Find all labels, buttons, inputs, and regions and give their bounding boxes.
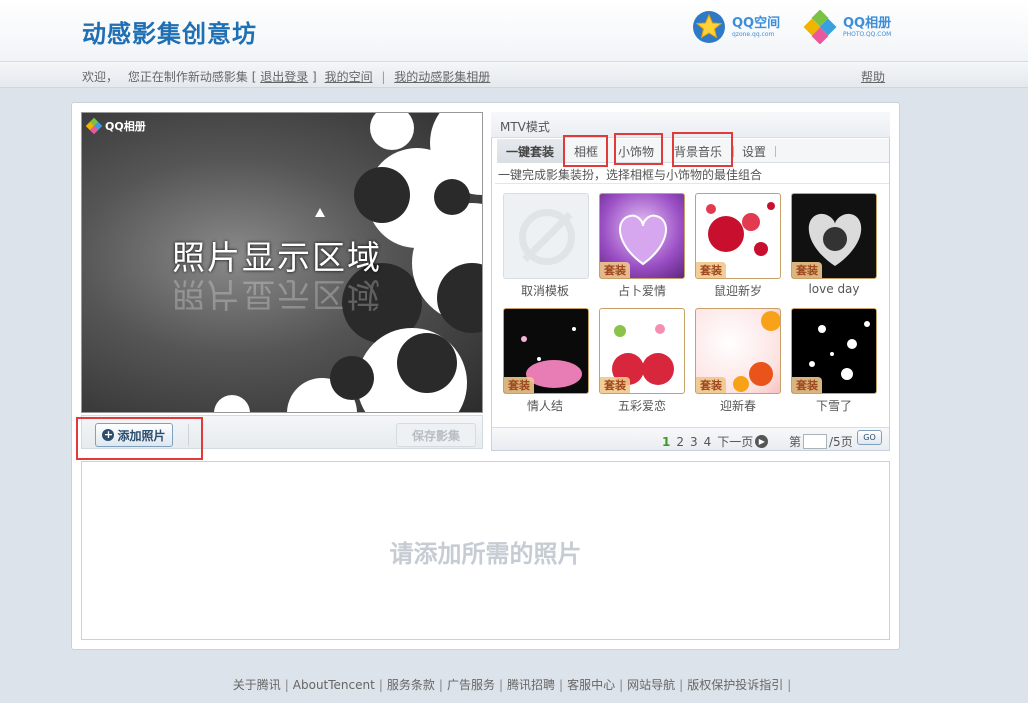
add-photo-highlight <box>76 417 203 460</box>
help-link[interactable]: 帮助 <box>861 68 885 85</box>
bracket-open: [ <box>251 70 257 84</box>
save-album-label: 保存影集 <box>411 428 460 443</box>
qq-photo-diamond-icon <box>803 10 837 44</box>
save-album-button[interactable]: 保存影集 <box>396 423 476 447</box>
footer-link-about[interactable]: 关于腾讯 <box>233 678 281 692</box>
footer-link-support[interactable]: 客服中心 <box>567 678 615 692</box>
qq-photo-badge: QQ相册 <box>86 118 146 134</box>
page-4[interactable]: 4 <box>704 435 712 449</box>
template-label: love day <box>808 282 860 296</box>
tab-ornament-highlight <box>614 133 663 165</box>
set-tag: 套装 <box>600 262 630 278</box>
status-text: 您正在制作新动感影集 <box>127 70 248 84</box>
set-tag: 套装 <box>792 262 822 278</box>
page-number-input[interactable] <box>803 434 828 449</box>
qq-photo-logo[interactable]: QQ相册 PHOTO.QQ.COM <box>803 10 891 44</box>
nav-separator: | <box>381 70 386 84</box>
nav-bar: 欢迎， 您正在制作新动感影集 [ 退出登录 ] 我的空间 | 我的动感影集相册 … <box>0 62 1028 88</box>
my-space-link[interactable]: 我的空间 <box>325 70 373 84</box>
page-jump-suffix: /5页 <box>829 435 853 449</box>
site-title: 动感影集创意坊 <box>82 20 257 48</box>
qq-photo-badge-icon <box>86 118 102 134</box>
page-header: 动感影集创意坊 QQ空间 qzone.qq.com QQ相册 PHOTO.QQ.… <box>0 0 1028 62</box>
template-love-fortune[interactable]: 套装 <box>599 193 685 279</box>
tab-settings[interactable]: 设置 <box>742 143 766 160</box>
template-love-knot[interactable]: 套装 <box>503 308 589 394</box>
template-label: 鼠迎新岁 <box>713 284 762 298</box>
footer-link-sitemap[interactable]: 网站导航 <box>627 678 675 692</box>
page-jump-prefix: 第 <box>789 435 802 449</box>
page-jump: 第 /5页 <box>789 433 853 450</box>
photo-drop-area[interactable]: 请添加所需的照片 <box>81 461 890 640</box>
template-rat-new-year[interactable]: 套装 <box>695 193 781 279</box>
bracket-close: ] <box>312 70 317 84</box>
template-label: 取消模板 <box>520 284 569 298</box>
qq-photo-logo-url: PHOTO.QQ.COM <box>843 30 892 38</box>
qzone-logo-url: qzone.qq.com <box>732 30 775 38</box>
qzone-logo[interactable]: QQ空间 qzone.qq.com <box>692 10 780 44</box>
tab-separator <box>733 146 734 157</box>
template-welcome-spring[interactable]: 套装 <box>695 308 781 394</box>
welcome-text: 欢迎， <box>82 70 119 84</box>
qq-photo-badge-text: QQ相册 <box>105 120 146 133</box>
footer-separator: | <box>438 678 443 692</box>
logout-link[interactable]: 退出登录 <box>260 70 308 84</box>
footer-link-about-en[interactable]: AboutTencent <box>293 678 375 692</box>
set-tag: 套装 <box>696 262 726 278</box>
template-label: 迎新春 <box>719 399 756 413</box>
template-label: 五彩爱恋 <box>617 399 666 413</box>
set-tag: 套装 <box>600 377 630 393</box>
qq-photo-logo-text: QQ相册 <box>843 15 892 31</box>
my-album-link[interactable]: 我的动感影集相册 <box>394 70 490 84</box>
template-love-day[interactable]: 套装 <box>791 193 877 279</box>
qzone-star-icon <box>693 11 725 43</box>
footer-separator: | <box>498 678 504 692</box>
footer-link-copyright[interactable]: 版权保护投诉指引 <box>687 678 783 692</box>
photo-display-text: 照片显示区域 <box>172 238 382 277</box>
footer-link-terms[interactable]: 服务条款 <box>387 678 435 692</box>
qzone-logo-text: QQ空间 <box>732 15 781 31</box>
nav-user-info: 欢迎， 您正在制作新动感影集 [ 退出登录 ] 我的空间 | 我的动感影集相册 <box>82 68 490 85</box>
footer-link-jobs[interactable]: 腾讯招聘 <box>507 678 555 692</box>
drop-area-hint: 请添加所需的照片 <box>389 540 582 568</box>
footer-separator: | <box>679 678 684 692</box>
footer-separator: | <box>559 678 564 692</box>
page-2[interactable]: 2 <box>676 435 684 449</box>
photo-preview-area: QQ相册 照片显示区域 照片显示区域 <box>81 112 483 413</box>
footer-separator: | <box>787 678 792 692</box>
next-page-link[interactable]: 下一页 <box>717 433 753 450</box>
tab-one-click-set[interactable]: 一键套装 <box>497 139 564 163</box>
page-3[interactable]: 3 <box>690 435 698 449</box>
go-button[interactable]: GO <box>857 430 882 445</box>
photo-display-reflection: 照片显示区域 <box>172 275 382 314</box>
description-divider <box>495 183 889 184</box>
tab-separator <box>775 146 776 157</box>
template-colorful-love[interactable]: 套装 <box>599 308 685 394</box>
template-label: 情人结 <box>526 399 563 413</box>
footer-separator: | <box>284 678 289 692</box>
page-1[interactable]: 1 <box>662 435 670 449</box>
template-label: 占卜爱情 <box>617 284 666 298</box>
next-arrow-icon[interactable]: ▶ <box>755 435 769 448</box>
set-description: 一键完成影集装扮，选择相框与小饰物的最佳组合 <box>498 168 763 182</box>
template-label: 下雪了 <box>815 399 852 413</box>
footer-link-ads[interactable]: 广告服务 <box>447 678 495 692</box>
set-tag: 套装 <box>696 377 726 393</box>
tab-background-music-highlight <box>672 132 733 167</box>
template-snowing[interactable]: 套装 <box>791 308 877 394</box>
set-tag: 套装 <box>792 377 822 393</box>
tab-frame-highlight <box>563 135 608 167</box>
page-footer: 关于腾讯 | AboutTencent | 服务条款 | 广告服务 | 腾讯招聘 | 客服中心 | 网站… <box>0 676 1028 693</box>
template-none[interactable] <box>503 193 589 279</box>
set-tag: 套装 <box>504 377 534 393</box>
pager: 1 2 3 4 下一页 ▶ <box>662 433 769 450</box>
footer-separator: | <box>378 678 383 692</box>
footer-separator: | <box>619 678 624 692</box>
